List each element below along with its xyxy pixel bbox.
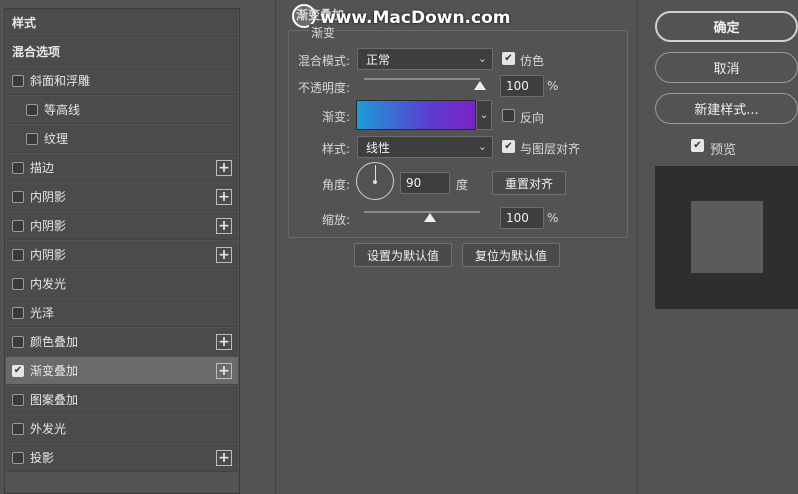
add-effect-plus-icon[interactable]: + bbox=[216, 189, 232, 205]
style-value: 线性 bbox=[366, 140, 391, 155]
new-style-button[interactable]: 新建样式... bbox=[655, 93, 798, 124]
style-list-label: 纹理 bbox=[44, 132, 69, 146]
add-effect-plus-icon[interactable]: + bbox=[216, 334, 232, 350]
dither-checkbox[interactable]: ✔ bbox=[502, 52, 515, 65]
scale-label: 缩放: bbox=[322, 213, 351, 227]
style-list-label: 等高线 bbox=[44, 103, 81, 117]
cancel-button[interactable]: 取消 bbox=[655, 52, 798, 83]
style-list-item[interactable]: 纹理 bbox=[6, 125, 238, 153]
style-list-item[interactable]: 样式 bbox=[6, 9, 238, 37]
styles-list: 样式混合选项斜面和浮雕等高线纹理描边 + 内阴影 + 内阴影 + 内阴影 + 内发光光泽颜色叠加… bbox=[4, 8, 240, 494]
style-list-label: 样式 bbox=[12, 16, 37, 30]
style-checkbox[interactable]: ✔ bbox=[12, 364, 24, 377]
style-checkbox[interactable] bbox=[12, 422, 24, 435]
preview-box bbox=[655, 166, 798, 309]
style-list-label: 渐变叠加 bbox=[30, 364, 79, 378]
opacity-slider-thumb[interactable] bbox=[474, 81, 486, 90]
style-list-item[interactable]: 投影 + bbox=[6, 444, 238, 472]
blend-mode-label: 混合模式: bbox=[298, 54, 351, 68]
blend-mode-value: 正常 bbox=[366, 52, 391, 67]
style-list-label: 内阴影 bbox=[30, 219, 67, 233]
style-list-item[interactable]: 颜色叠加 + bbox=[6, 328, 238, 356]
style-list-label: 内阴影 bbox=[30, 248, 67, 262]
angle-unit: 度 bbox=[456, 178, 469, 192]
style-list-item[interactable]: 描边 + bbox=[6, 154, 238, 182]
angle-dial[interactable] bbox=[356, 162, 394, 200]
scale-unit: % bbox=[547, 211, 559, 225]
style-checkbox[interactable] bbox=[12, 219, 24, 232]
blend-mode-select[interactable]: 正常 ⌄ bbox=[357, 48, 493, 70]
ok-button[interactable]: 确定 bbox=[655, 11, 798, 42]
style-list-item[interactable]: 图案叠加 bbox=[6, 386, 238, 414]
dither-label: 仿色 bbox=[520, 54, 545, 68]
add-effect-plus-icon[interactable]: + bbox=[216, 247, 232, 263]
style-checkbox[interactable] bbox=[12, 74, 24, 87]
style-list-label: 光泽 bbox=[30, 306, 55, 320]
style-list-item[interactable]: 斜面和浮雕 bbox=[6, 67, 238, 95]
angle-dial-center bbox=[373, 180, 377, 184]
chevron-down-icon: ⌄ bbox=[479, 109, 489, 121]
gradient-swatch[interactable] bbox=[356, 100, 476, 130]
chevron-down-icon: ⌄ bbox=[477, 140, 487, 153]
preview-checkbox[interactable]: ✔ bbox=[691, 139, 704, 152]
style-checkbox[interactable] bbox=[12, 161, 24, 174]
style-checkbox[interactable] bbox=[12, 335, 24, 348]
reverse-checkbox[interactable] bbox=[502, 109, 515, 122]
style-list-label: 图案叠加 bbox=[30, 393, 79, 407]
scale-input[interactable]: 100 bbox=[500, 207, 544, 229]
style-list-label: 内发光 bbox=[30, 277, 67, 291]
style-list-label: 外发光 bbox=[30, 422, 67, 436]
style-list-item[interactable]: 外发光 bbox=[6, 415, 238, 443]
style-list-item[interactable]: 等高线 bbox=[6, 96, 238, 124]
style-checkbox[interactable] bbox=[12, 248, 24, 261]
opacity-input[interactable]: 100 bbox=[500, 75, 544, 97]
align-layer-checkbox[interactable]: ✔ bbox=[502, 140, 515, 153]
style-list-item[interactable]: 内阴影 + bbox=[6, 241, 238, 269]
watermark-text: www.MacDown.com bbox=[320, 8, 511, 28]
angle-label: 角度: bbox=[322, 178, 351, 192]
style-list-item[interactable]: 内阴影 + bbox=[6, 212, 238, 240]
reset-default-button[interactable]: 复位为默认值 bbox=[462, 243, 560, 267]
add-effect-plus-icon[interactable]: + bbox=[216, 363, 232, 379]
style-checkbox[interactable] bbox=[12, 451, 24, 464]
style-list-label: 混合选项 bbox=[12, 45, 61, 59]
style-checkbox[interactable] bbox=[26, 103, 38, 116]
style-list-item[interactable]: 内发光 bbox=[6, 270, 238, 298]
opacity-slider-track[interactable] bbox=[364, 78, 480, 80]
section-label: 渐变 bbox=[309, 24, 338, 41]
style-list-label: 斜面和浮雕 bbox=[30, 74, 91, 88]
style-list-item[interactable]: 内阴影 + bbox=[6, 183, 238, 211]
preview-thumbnail bbox=[691, 201, 763, 273]
style-list-label: 描边 bbox=[30, 161, 55, 175]
reverse-label: 反向 bbox=[520, 111, 545, 125]
scale-slider-track[interactable] bbox=[364, 211, 480, 213]
style-checkbox[interactable] bbox=[12, 393, 24, 406]
align-layer-label: 与图层对齐 bbox=[520, 142, 581, 156]
style-checkbox[interactable] bbox=[12, 190, 24, 203]
opacity-unit: % bbox=[547, 79, 559, 93]
gradient-dropdown[interactable]: ⌄ bbox=[476, 100, 492, 130]
style-list-item[interactable]: 光泽 bbox=[6, 299, 238, 327]
preview-label: 预览 bbox=[710, 143, 737, 158]
scale-slider-thumb[interactable] bbox=[424, 213, 436, 222]
style-list-item[interactable]: 混合选项 bbox=[6, 38, 238, 66]
style-list-item[interactable]: ✔ 渐变叠加 + bbox=[6, 357, 238, 385]
style-list-label: 颜色叠加 bbox=[30, 335, 79, 349]
angle-input[interactable]: 90 bbox=[400, 172, 450, 194]
style-checkbox[interactable] bbox=[12, 277, 24, 290]
style-list-label: 投影 bbox=[30, 451, 55, 465]
chevron-down-icon: ⌄ bbox=[477, 52, 487, 65]
set-default-button[interactable]: 设置为默认值 bbox=[354, 243, 452, 267]
reset-align-button[interactable]: 重置对齐 bbox=[492, 171, 566, 195]
style-label: 样式: bbox=[322, 142, 351, 156]
style-checkbox[interactable] bbox=[12, 306, 24, 319]
gradient-label: 渐变: bbox=[322, 110, 351, 124]
style-list-label: 内阴影 bbox=[30, 190, 67, 204]
add-effect-plus-icon[interactable]: + bbox=[216, 160, 232, 176]
style-checkbox[interactable] bbox=[26, 132, 38, 145]
opacity-label: 不透明度: bbox=[298, 81, 351, 95]
add-effect-plus-icon[interactable]: + bbox=[216, 450, 232, 466]
add-effect-plus-icon[interactable]: + bbox=[216, 218, 232, 234]
style-select[interactable]: 线性 ⌄ bbox=[357, 136, 493, 158]
